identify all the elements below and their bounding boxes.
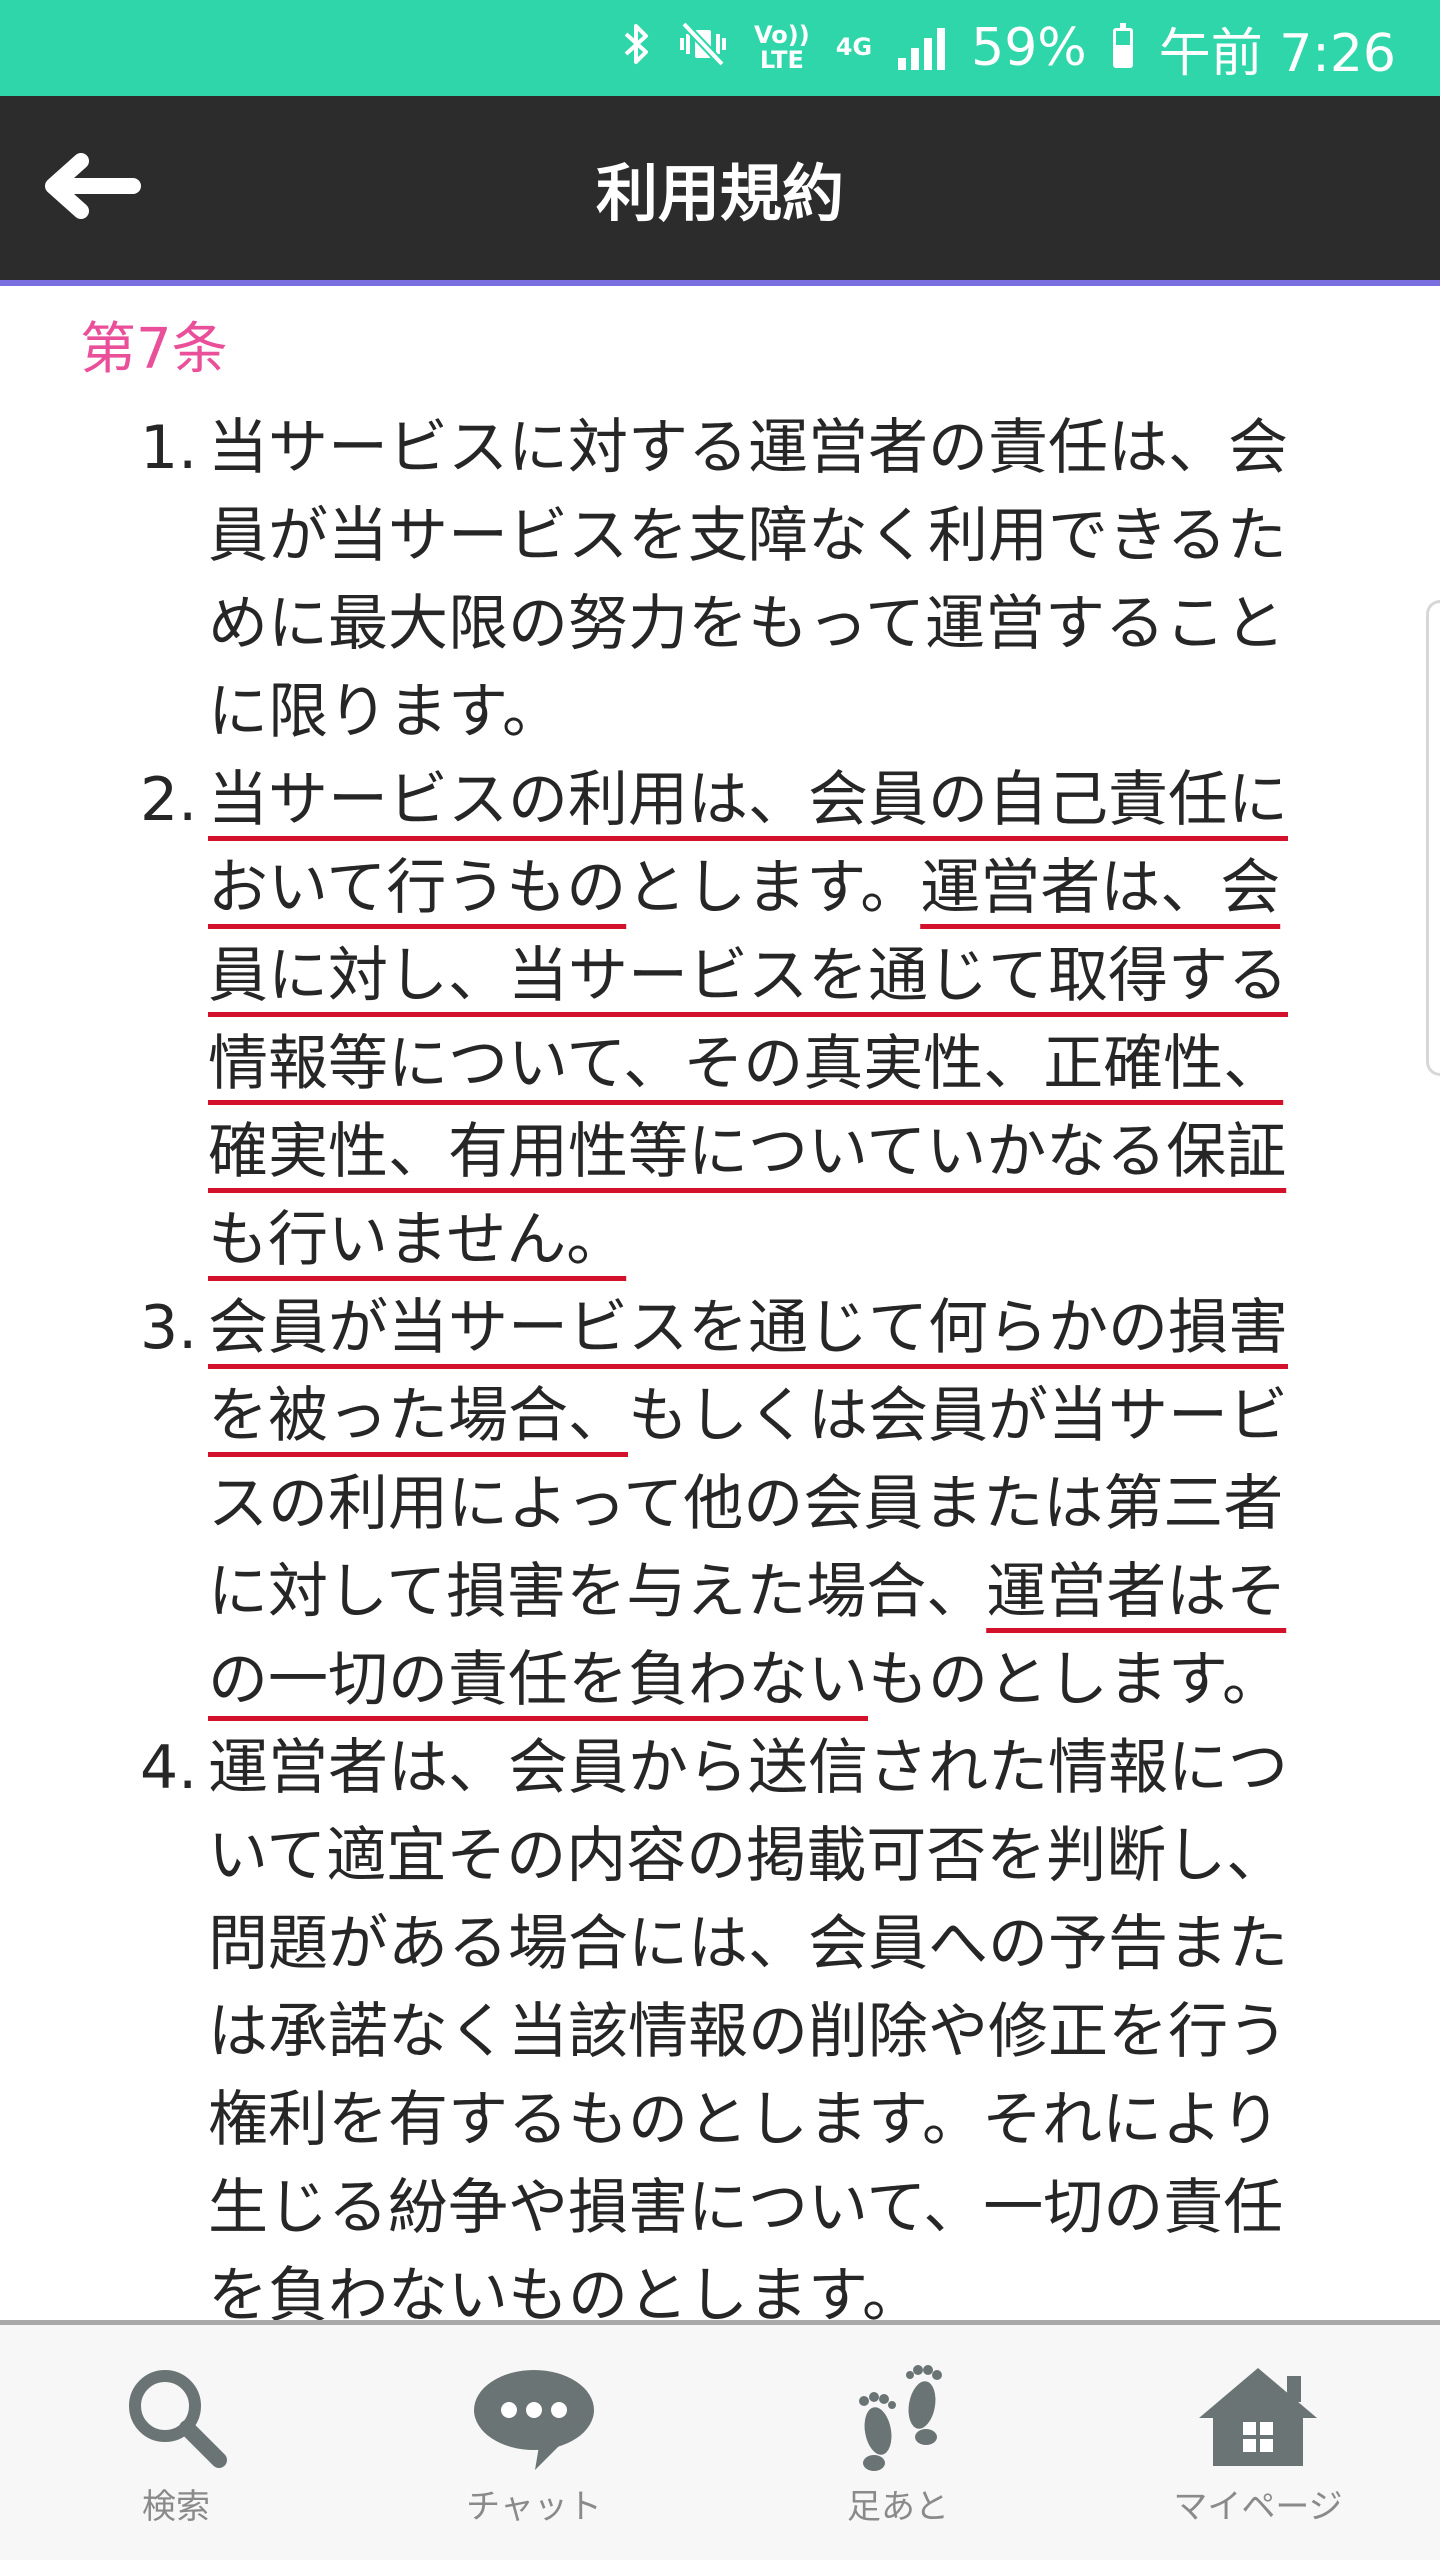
nav-label: 足あと bbox=[847, 2487, 949, 2527]
footprints-icon bbox=[838, 2357, 958, 2477]
app-bar: 利用規約 bbox=[0, 96, 1440, 280]
nav-label: チャット bbox=[466, 2487, 602, 2527]
battery-icon bbox=[1112, 23, 1133, 68]
chat-icon bbox=[469, 2357, 599, 2477]
bluetooth-icon bbox=[622, 20, 652, 76]
page-title: 利用規約 bbox=[595, 157, 844, 230]
text-segment: とします。 bbox=[626, 853, 921, 923]
item-text: 当サービスに対する運営者の責任は、会員が当サービスを支障なく利用できるために最大… bbox=[208, 404, 1312, 756]
text-segment: ものとします。 bbox=[868, 1645, 1282, 1715]
nav-mypage[interactable]: マイページ bbox=[1128, 2325, 1388, 2560]
item-number: 1. bbox=[140, 413, 198, 483]
text-segment: 当サービスに対する運営者の責任は、会員が当サービスを支障なく利用できるために最大… bbox=[208, 413, 1288, 747]
item-text: 会員が当サービスを通じて何らかの損害を被った場合、もしくは会員が当サービスの利用… bbox=[208, 1284, 1312, 1724]
home-icon bbox=[1193, 2357, 1323, 2477]
nav-chat[interactable]: チャット bbox=[404, 2325, 664, 2560]
item-number: 4. bbox=[140, 1733, 198, 1803]
scroll-handle[interactable] bbox=[1426, 600, 1440, 1076]
vibrate-mute-icon bbox=[678, 20, 728, 76]
bottom-navigation: 検索 チャット 足あと マイページ bbox=[0, 2320, 1440, 2560]
terms-content: 第7条 1. 当サービスに対する運営者の責任は、会員が当サービスを支障なく利用で… bbox=[0, 286, 1440, 2320]
search-icon bbox=[121, 2357, 231, 2477]
nav-footprints[interactable]: 足あと bbox=[768, 2325, 1028, 2560]
nav-label: 検索 bbox=[142, 2487, 210, 2527]
volte-indicator: Vo)) LTE bbox=[754, 20, 810, 74]
nav-label: マイページ bbox=[1173, 2487, 1343, 2527]
clock: 午前 7:26 bbox=[1158, 23, 1396, 84]
item-text: 運営者は、会員から送信された情報について適宜その内容の掲載可否を判断し、問題があ… bbox=[208, 1724, 1312, 2320]
status-bar: Vo)) LTE 4G 59% 午前 7:26 bbox=[0, 0, 1440, 96]
network-type-indicator: 4G bbox=[835, 33, 873, 62]
article-heading: 第7条 bbox=[80, 317, 228, 382]
item-number: 2. bbox=[140, 765, 198, 835]
text-segment: 運営者は、会員から送信された情報について適宜その内容の掲載可否を判断し、問題があ… bbox=[208, 1733, 1288, 2320]
battery-percent: 59% bbox=[971, 18, 1087, 78]
nav-search[interactable]: 検索 bbox=[46, 2325, 306, 2560]
item-number: 3. bbox=[140, 1293, 198, 1363]
signal-icon bbox=[898, 26, 946, 70]
item-text: 当サービスの利用は、会員の自己責任において行うものとします。運営者は、会員に対し… bbox=[208, 756, 1312, 1284]
